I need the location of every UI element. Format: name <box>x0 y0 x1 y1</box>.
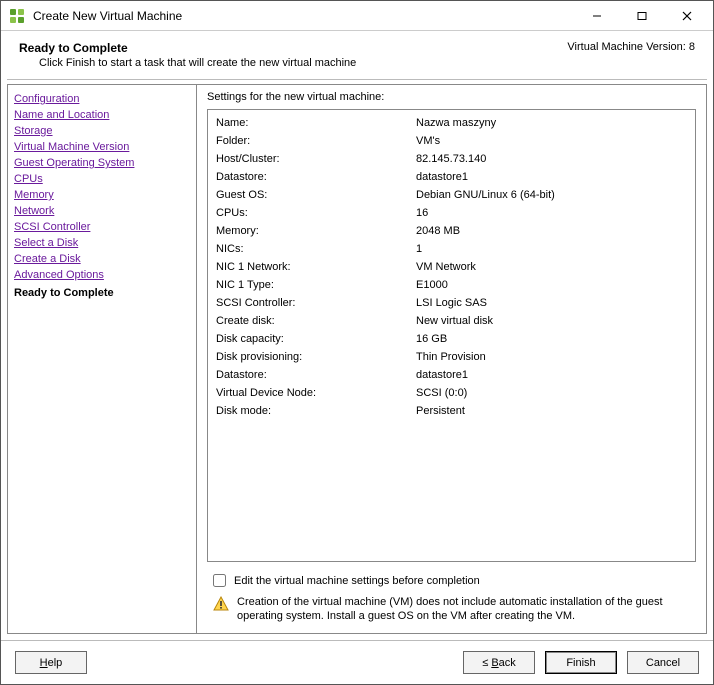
summary-row: Disk capacity:16 GB <box>216 330 687 348</box>
summary-value: 16 <box>416 204 687 222</box>
summary-row: Virtual Device Node:SCSI (0:0) <box>216 384 687 402</box>
summary-key: Disk capacity: <box>216 330 416 348</box>
summary-value: LSI Logic SAS <box>416 294 687 312</box>
wizard-step-link[interactable]: Guest Operating System <box>14 155 190 171</box>
help-label-rest: elp <box>48 657 63 669</box>
maximize-button[interactable] <box>619 2 664 30</box>
summary-key: Folder: <box>216 132 416 150</box>
summary-row: NIC 1 Network:VM Network <box>216 258 687 276</box>
summary-row: Create disk:New virtual disk <box>216 312 687 330</box>
settings-heading: Settings for the new virtual machine: <box>207 91 696 103</box>
help-button[interactable]: Help <box>15 651 87 674</box>
summary-key: Disk provisioning: <box>216 348 416 366</box>
wizard-steps-sidebar: ConfigurationName and LocationStorageVir… <box>7 84 197 634</box>
summary-row: Name:Nazwa maszyny <box>216 114 687 132</box>
summary-key: Name: <box>216 114 416 132</box>
summary-value: SCSI (0:0) <box>416 384 687 402</box>
summary-key: Create disk: <box>216 312 416 330</box>
summary-row: Host/Cluster:82.145.73.140 <box>216 150 687 168</box>
back-label-rest: ack <box>499 657 516 669</box>
edit-settings-label[interactable]: Edit the virtual machine settings before… <box>234 575 480 587</box>
wizard-step-link[interactable]: CPUs <box>14 171 190 187</box>
cancel-button[interactable]: Cancel <box>627 651 699 674</box>
summary-key: Guest OS: <box>216 186 416 204</box>
warning-icon <box>213 596 229 612</box>
wizard-step-link[interactable]: Select a Disk <box>14 235 190 251</box>
edit-before-completion-row: Edit the virtual machine settings before… <box>207 562 696 595</box>
settings-summary: Name:Nazwa maszynyFolder:VM'sHost/Cluste… <box>207 109 696 562</box>
wizard-footer: Help ≤ Back Finish Cancel <box>1 640 713 684</box>
summary-row: Datastore:datastore1 <box>216 168 687 186</box>
page-subtitle: Click Finish to start a task that will c… <box>19 57 356 69</box>
wizard-step-link[interactable]: Advanced Options <box>14 267 190 283</box>
wizard-step-link[interactable]: Name and Location <box>14 107 190 123</box>
summary-key: SCSI Controller: <box>216 294 416 312</box>
summary-row: Disk provisioning:Thin Provision <box>216 348 687 366</box>
window-title: Create New Virtual Machine <box>33 9 574 23</box>
summary-key: Host/Cluster: <box>216 150 416 168</box>
warning-text: Creation of the virtual machine (VM) doe… <box>237 595 692 623</box>
minimize-button[interactable] <box>574 2 619 30</box>
wizard-step-link[interactable]: Storage <box>14 123 190 139</box>
summary-key: Virtual Device Node: <box>216 384 416 402</box>
vm-version-label: Virtual Machine Version: 8 <box>567 41 695 53</box>
summary-row: NIC 1 Type:E1000 <box>216 276 687 294</box>
summary-key: NIC 1 Type: <box>216 276 416 294</box>
summary-key: NICs: <box>216 240 416 258</box>
summary-value: 82.145.73.140 <box>416 150 687 168</box>
summary-key: CPUs: <box>216 204 416 222</box>
wizard-step-current: Ready to Complete <box>14 285 190 301</box>
summary-value: datastore1 <box>416 168 687 186</box>
summary-key: Memory: <box>216 222 416 240</box>
summary-value: New virtual disk <box>416 312 687 330</box>
summary-key: Datastore: <box>216 168 416 186</box>
summary-value: 1 <box>416 240 687 258</box>
summary-value: 2048 MB <box>416 222 687 240</box>
summary-value: datastore1 <box>416 366 687 384</box>
summary-value: Persistent <box>416 402 687 420</box>
summary-row: Datastore:datastore1 <box>216 366 687 384</box>
summary-value: Debian GNU/Linux 6 (64-bit) <box>416 186 687 204</box>
wizard-step-link[interactable]: Memory <box>14 187 190 203</box>
wizard-step-link[interactable]: Virtual Machine Version <box>14 139 190 155</box>
summary-key: Datastore: <box>216 366 416 384</box>
summary-key: NIC 1 Network: <box>216 258 416 276</box>
summary-value: VM Network <box>416 258 687 276</box>
finish-button[interactable]: Finish <box>545 651 617 674</box>
wizard-header: Ready to Complete Click Finish to start … <box>1 31 713 79</box>
wizard-body: ConfigurationName and LocationStorageVir… <box>1 80 713 640</box>
summary-row: SCSI Controller:LSI Logic SAS <box>216 294 687 312</box>
summary-value: 16 GB <box>416 330 687 348</box>
close-button[interactable] <box>664 2 709 30</box>
summary-row: Guest OS:Debian GNU/Linux 6 (64-bit) <box>216 186 687 204</box>
edit-settings-checkbox[interactable] <box>213 574 226 587</box>
wizard-step-link[interactable]: Create a Disk <box>14 251 190 267</box>
app-icon <box>9 8 25 24</box>
summary-row: Disk mode:Persistent <box>216 402 687 420</box>
summary-value: Nazwa maszyny <box>416 114 687 132</box>
back-button[interactable]: ≤ Back <box>463 651 535 674</box>
warning-row: Creation of the virtual machine (VM) doe… <box>207 595 696 625</box>
summary-row: NICs:1 <box>216 240 687 258</box>
summary-row: Folder:VM's <box>216 132 687 150</box>
summary-value: VM's <box>416 132 687 150</box>
summary-key: Disk mode: <box>216 402 416 420</box>
summary-row: Memory:2048 MB <box>216 222 687 240</box>
wizard-step-link[interactable]: SCSI Controller <box>14 219 190 235</box>
page-title: Ready to Complete <box>19 41 356 55</box>
window-controls <box>574 2 709 30</box>
summary-row: CPUs:16 <box>216 204 687 222</box>
titlebar: Create New Virtual Machine <box>1 1 713 31</box>
wizard-step-link[interactable]: Configuration <box>14 91 190 107</box>
summary-value: E1000 <box>416 276 687 294</box>
summary-value: Thin Provision <box>416 348 687 366</box>
wizard-step-link[interactable]: Network <box>14 203 190 219</box>
wizard-window: Create New Virtual Machine Ready to Comp… <box>0 0 714 685</box>
wizard-main-panel: Settings for the new virtual machine: Na… <box>197 84 707 634</box>
